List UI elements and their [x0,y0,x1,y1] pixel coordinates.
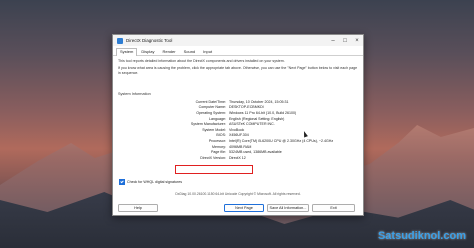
help-button[interactable]: Help [118,204,158,212]
info-label: System Manufacturer: [190,122,226,127]
watermark: Satsudiknol.com [377,230,466,242]
info-label: BIOS: [216,133,226,138]
info-value: 4096MB RAM [229,144,252,149]
info-value: Windows 11 Pro 64-bit (10.0, Build 26100… [229,110,297,115]
info-label: Computer Name: [198,105,226,110]
info-label: Processor: [208,138,226,143]
info-value: VivoBook [229,127,245,132]
directx-version-highlight [175,165,253,174]
save-all-information-button[interactable]: Save All Information... [267,204,309,212]
info-value: DESKTOP-ECBMKDI [229,105,264,110]
tab-bar: System Display Render Sound Input [113,48,363,56]
info-label: Page file: [211,150,226,155]
info-value: 5324MB used, 1386MB available [229,150,282,155]
system-information-label: System Information [118,92,151,96]
tab-render[interactable]: Render [158,48,179,55]
info-label: Current Date/Time: [195,99,226,104]
info-value: Thursday, 10 October 2024, 15:05:31 [229,99,289,104]
whql-checkbox[interactable] [119,179,125,185]
version-copyright-text: DxDiag 10.00.26100.1150 64-bit Unicode C… [175,192,301,196]
exit-button[interactable]: Exit [312,204,355,212]
maximize-icon[interactable]: □ [339,35,351,46]
info-label: Operating System: [196,110,226,115]
whql-checkbox-label: Check for WHQL digital signatures [127,180,182,184]
tab-system[interactable]: System [116,48,138,56]
next-page-button[interactable]: Next Page [224,204,264,212]
info-label: Memory: [212,144,226,149]
info-value: Intel(R) Core(TM) i5-6200U CPU @ 2.30GHz… [229,138,334,143]
info-value: DirectX 12 [229,155,246,160]
info-value: English (Regional Setting: English) [229,116,285,121]
dxdiag-window: DirectX Diagnostic Tool – □ × System Dis… [112,34,364,216]
minimize-icon[interactable]: – [327,35,339,46]
info-label: System Model: [202,127,226,132]
info-row-processor: Processor: Intel(R) Core(TM) i5-6200U CPU… [118,138,356,144]
intro-text: This tool reports detailed information a… [118,59,285,63]
instructions-text: If you know what area is causing the pro… [118,66,358,75]
info-value: ASUSTeK COMPUTER INC. [229,122,275,127]
info-label: DirectX Version: [200,155,226,160]
title-bar[interactable]: DirectX Diagnostic Tool – □ × [113,35,363,46]
tab-input[interactable]: Input [199,48,216,55]
close-icon[interactable]: × [351,35,363,46]
tab-sound[interactable]: Sound [180,48,200,55]
whql-checkbox-row[interactable]: Check for WHQL digital signatures [119,179,182,185]
window-title: DirectX Diagnostic Tool [126,38,173,43]
info-label: Language: [209,116,226,121]
tab-display[interactable]: Display [137,48,158,55]
directx-app-icon [117,37,123,44]
info-value: X456UF.304 [229,133,249,138]
info-rows: Current Date/Time: Thursday, 10 October 2… [118,99,356,161]
info-row-directx-version: DirectX Version: DirectX 12 [118,155,356,161]
